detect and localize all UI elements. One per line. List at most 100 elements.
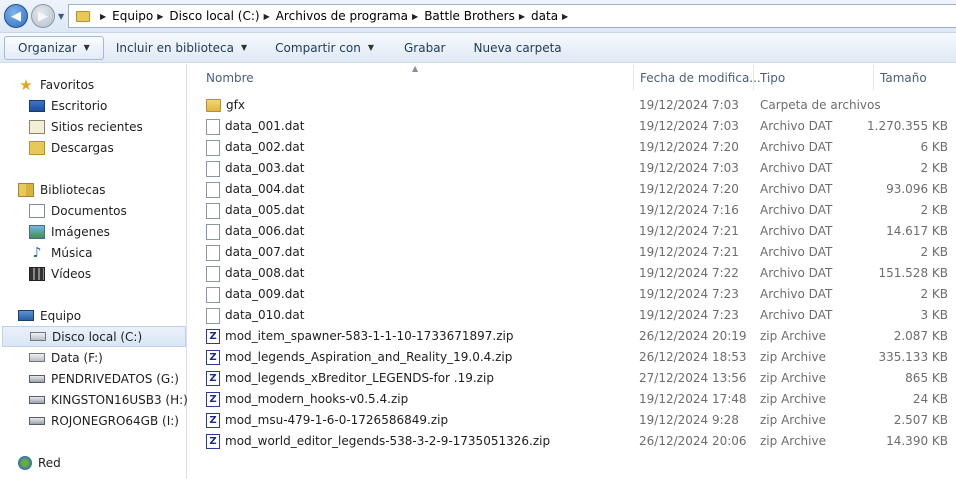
file-row[interactable]: data_007.dat 19/12/2024 7:21 Archivo DAT 2 … — [190, 242, 956, 263]
file-row[interactable]: data_008.dat 19/12/2024 7:22 Archivo DAT 15… — [190, 263, 956, 284]
file-row[interactable]: gfx 19/12/2024 7:03 Carpeta de archivos — [190, 95, 956, 116]
nav-local-disk[interactable]: Disco local (C:) — [2, 326, 186, 347]
file-type: zip Archive — [760, 434, 826, 448]
nav-computer-label: Equipo — [40, 308, 82, 323]
file-row[interactable]: Zmod_legends_xBreditor_LEGENDS-for .19.z… — [190, 368, 956, 389]
file-name: mod_legends_Aspiration_and_Reality_19.0.… — [225, 350, 513, 364]
nav-pendrive[interactable]: PENDRIVEDATOS (G:) — [29, 368, 179, 389]
file-name-cell: data_005.dat — [206, 200, 304, 221]
usb-drive-icon — [29, 374, 45, 383]
organize-label: Organizar — [18, 40, 77, 55]
include-library-label: Incluir en biblioteca — [115, 40, 235, 55]
nav-network-label: Red — [38, 455, 61, 470]
star-icon: ★ — [19, 75, 33, 94]
usb-drive-icon — [29, 395, 45, 404]
nav-data-drive[interactable]: Data (F:) — [29, 347, 103, 368]
nav-documents[interactable]: Documentos — [29, 200, 127, 221]
share-with-button[interactable]: Compartir con ▼ — [265, 36, 384, 60]
breadcrumb-local-disk[interactable]: Disco local (C:) — [169, 9, 259, 23]
file-row[interactable]: Zmod_world_editor_legends-538-3-2-9-1735… — [190, 431, 956, 452]
zip-icon: Z — [206, 392, 220, 407]
arrow-right-icon: ▶ — [38, 8, 48, 24]
nav-desktop[interactable]: Escritorio — [29, 95, 107, 116]
file-row[interactable]: data_010.dat 19/12/2024 7:23 Archivo DAT 3 … — [190, 305, 956, 326]
nav-music-label: Música — [51, 245, 93, 260]
file-type: Archivo DAT — [760, 203, 833, 217]
file-row[interactable]: data_003.dat 19/12/2024 7:03 Archivo DAT 2 … — [190, 158, 956, 179]
file-name-cell: data_004.dat — [206, 179, 304, 200]
chevron-right-icon[interactable]: ▶ — [519, 12, 525, 21]
chevron-right-icon[interactable]: ▶ — [412, 12, 418, 21]
nav-music[interactable]: ♪ Música — [29, 242, 93, 263]
nav-videos[interactable]: Vídeos — [29, 263, 91, 284]
file-name-cell: Zmod_msu-479-1-6-0-1726586849.zip — [206, 410, 448, 431]
nav-images[interactable]: Imágenes — [29, 221, 110, 242]
file-row[interactable]: data_001.dat 19/12/2024 7:03 Archivo DAT 1.… — [190, 116, 956, 137]
file-size: 1.270.355 KB — [867, 119, 948, 133]
file-date: 26/12/2024 18:53 — [639, 350, 747, 364]
chevron-right-icon[interactable]: ▶ — [157, 12, 163, 21]
hard-drive-icon — [29, 353, 45, 362]
file-size: 2 KB — [920, 203, 948, 217]
chevron-right-icon[interactable]: ▶ — [562, 12, 568, 21]
documents-icon — [29, 203, 45, 218]
column-header-name[interactable]: Nombre — [200, 65, 634, 90]
column-header-type[interactable]: Tipo — [754, 65, 874, 90]
nav-images-label: Imágenes — [51, 224, 110, 239]
nav-computer[interactable]: Equipo — [18, 305, 81, 326]
file-row[interactable]: data_009.dat 19/12/2024 7:23 Archivo DAT 2 … — [190, 284, 956, 305]
file-row[interactable]: Zmod_legends_Aspiration_and_Reality_19.0… — [190, 347, 956, 368]
breadcrumb-equipo[interactable]: Equipo — [112, 9, 153, 23]
breadcrumb-battle-brothers[interactable]: Battle Brothers — [424, 9, 515, 23]
file-row[interactable]: data_002.dat 19/12/2024 7:20 Archivo DAT 6 … — [190, 137, 956, 158]
file-row[interactable]: data_004.dat 19/12/2024 7:20 Archivo DAT 93… — [190, 179, 956, 200]
file-row[interactable]: Zmod_msu-479-1-6-0-1726586849.zip 19/12/2… — [190, 410, 956, 431]
recent-pages-dropdown[interactable]: ▼ — [58, 12, 64, 21]
nav-favorites[interactable]: ★ Favoritos — [18, 74, 94, 95]
column-header-date[interactable]: Fecha de modifica... — [634, 65, 761, 90]
file-name: mod_msu-479-1-6-0-1726586849.zip — [225, 413, 449, 427]
file-name: data_009.dat — [225, 287, 305, 301]
file-icon — [206, 244, 220, 261]
file-name-cell: data_001.dat — [206, 116, 304, 137]
nav-network[interactable]: Red — [18, 452, 61, 473]
nav-favorites-label: Favoritos — [40, 77, 95, 92]
nav-rojonegro[interactable]: ROJONEGRO64GB (I:) — [29, 410, 179, 431]
include-library-button[interactable]: Incluir en biblioteca ▼ — [106, 36, 257, 60]
back-button[interactable]: ◀ — [4, 4, 28, 28]
breadcrumb-program-files[interactable]: Archivos de programa — [276, 9, 408, 23]
nav-kingston[interactable]: KINGSTON16USB3 (H:) — [29, 389, 188, 410]
breadcrumb[interactable]: ▶ Equipo ▶ Disco local (C:) ▶ Archivos d… — [68, 4, 956, 28]
zip-icon: Z — [206, 413, 220, 428]
forward-button[interactable]: ▶ — [31, 4, 55, 28]
nav-downloads[interactable]: Descargas — [29, 137, 114, 158]
file-type: Archivo DAT — [760, 119, 833, 133]
burn-button[interactable]: Grabar — [394, 36, 456, 60]
column-header-size[interactable]: Tamaño — [874, 65, 956, 90]
file-type: zip Archive — [760, 371, 826, 385]
file-name-cell: gfx — [206, 95, 245, 116]
nav-libraries[interactable]: Bibliotecas — [18, 179, 105, 200]
file-name: data_007.dat — [225, 245, 305, 259]
usb-drive-icon — [29, 416, 45, 425]
chevron-right-icon[interactable]: ▶ — [264, 12, 270, 21]
column-size-label: Tamaño — [880, 70, 927, 85]
new-folder-button[interactable]: Nueva carpeta — [463, 36, 571, 60]
nav-recent[interactable]: Sitios recientes — [29, 116, 143, 137]
nav-pendrive-label: PENDRIVEDATOS (G:) — [51, 371, 179, 386]
file-type: zip Archive — [760, 329, 826, 343]
file-row[interactable]: data_006.dat 19/12/2024 7:21 Archivo DAT 14… — [190, 221, 956, 242]
file-row[interactable]: Zmod_item_spawner-583-1-1-10-1733671897.… — [190, 326, 956, 347]
file-name: data_003.dat — [225, 161, 305, 175]
videos-icon — [29, 266, 45, 281]
breadcrumb-data[interactable]: data — [531, 9, 558, 23]
file-icon — [206, 265, 220, 282]
file-row[interactable]: Zmod_modern_hooks-v0.5.4.zip 19/12/2024 1… — [190, 389, 956, 410]
recent-places-icon — [29, 119, 45, 134]
chevron-right-icon[interactable]: ▶ — [100, 12, 106, 21]
organize-button[interactable]: Organizar ▼ — [4, 35, 104, 60]
file-type: Archivo DAT — [760, 224, 833, 238]
file-row[interactable]: data_005.dat 19/12/2024 7:16 Archivo DAT 2 … — [190, 200, 956, 221]
file-type: zip Archive — [760, 413, 826, 427]
file-name: data_008.dat — [225, 266, 305, 280]
